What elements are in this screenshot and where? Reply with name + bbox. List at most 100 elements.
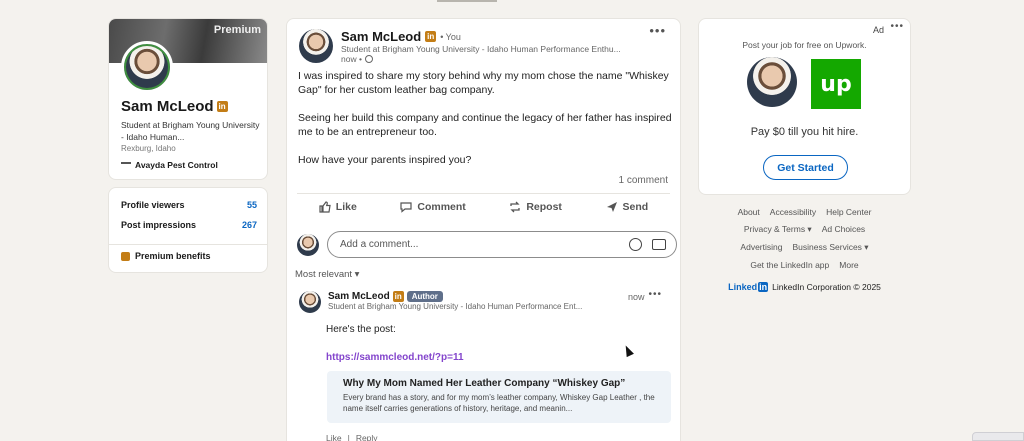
linkedin-logo: Linked in [728, 282, 769, 292]
profile-viewers-label: Profile viewers [121, 200, 185, 210]
comment-actions: Like | Reply [326, 433, 378, 441]
comment-box-row: Add a comment... [297, 231, 677, 258]
send-button[interactable]: Send [606, 201, 649, 213]
comment-link[interactable]: https://sammcleod.net/?p=11 [326, 352, 464, 363]
comment-more-icon[interactable]: ••• [648, 289, 662, 300]
comment-count[interactable]: 1 comment [619, 175, 668, 186]
post-impressions-value: 267 [241, 220, 257, 230]
post-header: Sam McLeod in • You Student at Brigham Y… [299, 29, 641, 64]
send-icon [606, 202, 617, 212]
post-more-icon[interactable]: ••• [649, 23, 666, 38]
sort-dropdown[interactable]: Most relevant ▾ [295, 269, 359, 280]
corner-widget [972, 432, 1024, 441]
post-time: now • [341, 54, 641, 64]
photo-icon[interactable] [652, 239, 666, 250]
profile-location: Rexburg, Idaho [121, 144, 176, 153]
footer-business-services[interactable]: Business Services ▾ [792, 242, 868, 253]
comment-reply-button[interactable]: Reply [356, 433, 378, 441]
premium-benefits-link[interactable]: Premium benefits [121, 251, 211, 261]
profile-avatar[interactable] [121, 41, 173, 93]
footer-accessibility[interactable]: Accessibility [770, 207, 816, 217]
logo-word: Linked [728, 282, 758, 292]
ad-card[interactable]: Ad ••• Post your job for free on Upwork.… [698, 18, 911, 195]
thumbs-up-icon [319, 201, 331, 213]
post-actions: Like Comment Repost Send [297, 201, 670, 213]
comment-like-button[interactable]: Like [326, 433, 342, 441]
premium-in-icon: in [425, 31, 437, 42]
comment-placeholder: Add a comment... [340, 239, 419, 250]
you-label: • You [440, 31, 461, 42]
repost-label: Repost [526, 201, 562, 213]
post-author-avatar[interactable] [299, 29, 333, 63]
footer-get-app[interactable]: Get the LinkedIn app [750, 260, 829, 270]
logo-in: in [758, 282, 769, 292]
post-author-name[interactable]: Sam McLeod in • You [341, 29, 641, 44]
comment-icon [400, 202, 412, 213]
preview-description: Every brand has a story, and for my mom’… [343, 393, 655, 413]
ad-label: Ad [872, 25, 884, 35]
preview-title: Why My Mom Named Her Leather Company “Wh… [343, 378, 626, 389]
post-paragraph: Seeing her build this company and contin… [298, 112, 672, 138]
repost-button[interactable]: Repost [509, 201, 562, 213]
comment-author-name[interactable]: Sam McLeod in Author [328, 291, 618, 302]
comment-time: now [628, 292, 645, 302]
footer-privacy-terms[interactable]: Privacy & Terms ▾ [744, 224, 812, 235]
post-time-text: now • [341, 54, 362, 64]
profile-company[interactable]: Avayda Pest Control [121, 160, 218, 170]
premium-in-icon: in [216, 101, 228, 112]
company-name: Avayda Pest Control [135, 160, 218, 170]
profile-headline: Student at Brigham Young University - Id… [121, 120, 260, 142]
premium-tag: Premium [213, 24, 261, 36]
post-body: I was inspired to share my story behind … [298, 69, 673, 181]
upwork-logo: up [811, 59, 861, 109]
send-label: Send [622, 201, 649, 213]
profile-name-text[interactable]: Sam McLeod [121, 98, 214, 115]
like-button[interactable]: Like [319, 201, 357, 213]
emoji-icon[interactable] [629, 238, 642, 251]
ad-text: Post your job for free on Upwork. [742, 40, 867, 50]
post-impressions-label: Post impressions [121, 220, 197, 230]
post-impressions-row[interactable]: Post impressions 267 [121, 220, 257, 230]
post-card: Sam McLeod in • You Student at Brigham Y… [286, 18, 681, 441]
ad-user-avatar [747, 57, 797, 107]
footer: About Accessibility Help Center Privacy … [698, 207, 911, 292]
repost-icon [510, 201, 520, 213]
link-preview[interactable]: Why My Mom Named Her Leather Company “Wh… [327, 371, 671, 423]
comment-text: Here's the post: [326, 324, 396, 335]
author-badge: Author [406, 291, 443, 302]
current-user-avatar[interactable] [297, 233, 319, 256]
divider [297, 193, 670, 194]
ad-more-icon[interactable]: ••• [890, 21, 904, 32]
comment-input[interactable]: Add a comment... [327, 231, 677, 258]
premium-benefits-label: Premium benefits [135, 251, 211, 261]
footer-about[interactable]: About [738, 207, 760, 217]
profile-name[interactable]: Sam McLeod in [121, 98, 228, 115]
premium-in-icon: in [392, 291, 404, 302]
separator: | [347, 433, 350, 441]
company-icon [121, 162, 131, 168]
comment-button[interactable]: Comment [400, 201, 466, 213]
footer-advertising[interactable]: Advertising [740, 242, 782, 253]
profile-viewers-value: 55 [246, 200, 257, 210]
profile-viewers-row[interactable]: Profile viewers 55 [121, 200, 257, 210]
footer-help-center[interactable]: Help Center [826, 207, 871, 217]
post-author-headline: Student at Brigham Young University - Id… [341, 44, 621, 54]
comment-author-headline: Student at Brigham Young University - Id… [328, 302, 583, 311]
divider [109, 244, 267, 245]
footer-ad-choices[interactable]: Ad Choices [822, 224, 865, 235]
comment-author-avatar[interactable] [299, 291, 321, 313]
post-author-text[interactable]: Sam McLeod [341, 29, 421, 44]
post-paragraph: I was inspired to share my story behind … [298, 70, 669, 96]
comment-header: Sam McLeod in Author Student at Brigham … [299, 291, 618, 313]
copyright: Linked in LinkedIn Corporation © 2025 [698, 282, 911, 292]
globe-icon [364, 55, 373, 63]
comment-label: Comment [417, 201, 466, 213]
comment-author-text[interactable]: Sam McLeod [328, 291, 390, 302]
footer-more[interactable]: More [839, 260, 858, 270]
get-started-button[interactable]: Get Started [763, 155, 848, 180]
post-paragraph: How have your parents inspired you? [298, 154, 472, 166]
top-tab-indicator [437, 0, 497, 2]
profile-card[interactable]: Premium Sam McLeod in Student at Brigham… [108, 18, 268, 180]
premium-icon [121, 251, 130, 261]
ad-offer: Pay $0 till you hit hire. [750, 126, 859, 138]
